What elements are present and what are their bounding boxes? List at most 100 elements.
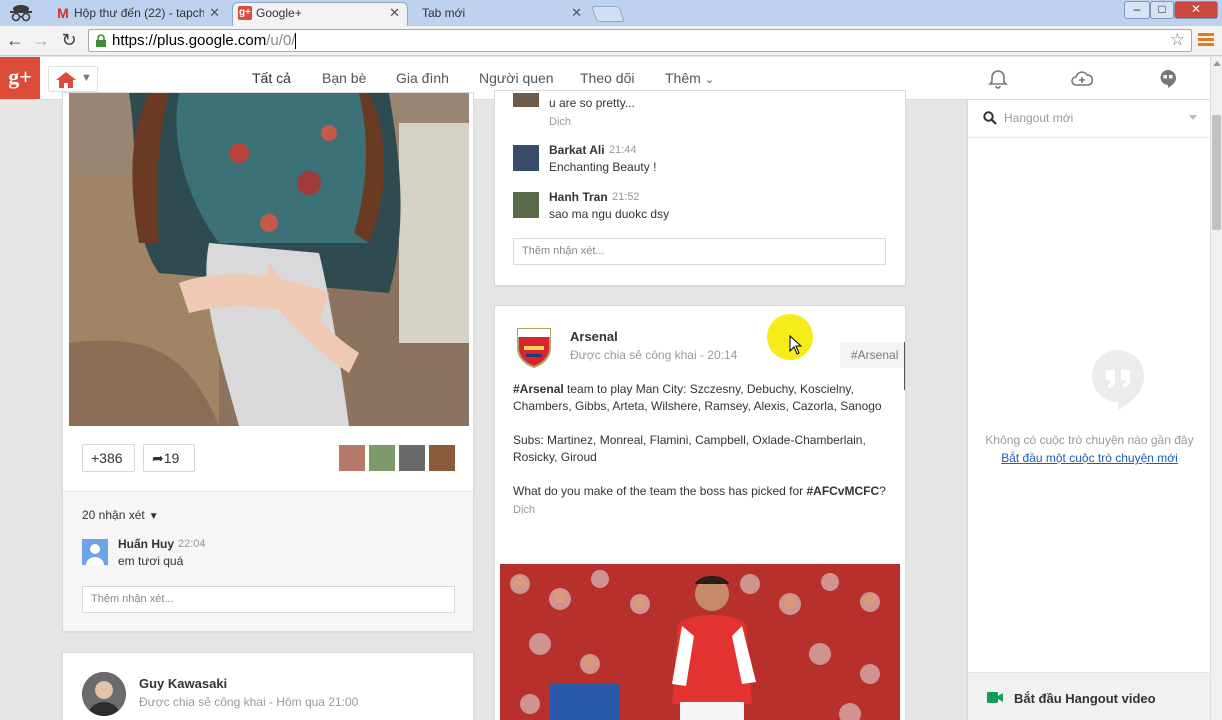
notification-bell-icon[interactable]	[987, 68, 1009, 90]
comment-author[interactable]: Huấn Huy	[118, 537, 174, 551]
post-text-line: Rosicky, Giroud	[513, 450, 597, 464]
avatar[interactable]	[513, 93, 539, 107]
avatar[interactable]	[82, 672, 126, 716]
start-conversation-link[interactable]: Bắt đầu một cuộc trò chuyện mới	[968, 451, 1211, 465]
plus-one-avatar[interactable]	[429, 445, 455, 471]
hangout-search-input[interactable]: Hangout mới	[968, 100, 1211, 138]
post-text-line: #Arsenal team to play Man City: Szczesny…	[513, 382, 854, 396]
gmail-icon: M	[57, 5, 69, 21]
tab-googleplus[interactable]: g+ Google+ ✕	[232, 2, 408, 26]
video-camera-icon	[987, 692, 1003, 703]
address-bar[interactable]: https://plus.google.com/u/0/ ☆	[88, 29, 1192, 52]
start-video-hangout-button[interactable]: Bắt đầu Hangout video	[968, 672, 1211, 720]
page-scrollbar[interactable]	[1210, 57, 1222, 720]
tab-title: Hộp thư đến (22) - tapchi	[74, 6, 204, 20]
comment-author[interactable]: Barkat Ali	[549, 143, 605, 157]
post-author[interactable]: Arsenal	[570, 329, 618, 344]
avatar[interactable]	[513, 145, 539, 171]
comment-time: 22:04	[178, 538, 206, 550]
post-photo[interactable]	[69, 93, 469, 426]
tab-gmail[interactable]: M Hộp thư đến (22) - tapchi ✕	[50, 2, 228, 26]
comment-time: 21:44	[609, 144, 637, 156]
gplus-icon: g+	[238, 6, 252, 20]
search-icon	[983, 111, 997, 125]
tab-acquaintances[interactable]: Người quen	[479, 70, 554, 86]
tab-more[interactable]: Thêm ⌄	[665, 70, 714, 86]
post-author[interactable]: Guy Kawasaki	[139, 676, 227, 691]
tab-new[interactable]: Tab mới ✕	[412, 2, 590, 26]
plus-one-avatar[interactable]	[399, 445, 425, 471]
forward-arrow-icon[interactable]: →	[30, 30, 52, 52]
reload-icon[interactable]: ↻	[58, 30, 80, 52]
url-text: https://plus.google.com/u/0/	[112, 32, 297, 50]
tab-following[interactable]: Theo dõi	[580, 70, 634, 86]
comments-card: u are so pretty... Dịch Barkat Ali 21:44…	[494, 90, 906, 286]
browser-tab-strip: M Hộp thư đến (22) - tapchi ✕ g+ Google+…	[0, 0, 1222, 26]
add-comment-input[interactable]: Thêm nhận xét...	[513, 238, 886, 265]
browser-menu-icon[interactable]	[1198, 33, 1214, 49]
post-scroll-indicator	[904, 342, 905, 390]
tab-title: Tab mới	[422, 6, 466, 20]
dropdown-caret-icon[interactable]	[1189, 115, 1197, 120]
tab-title: Google+	[256, 6, 302, 20]
share-post-icon[interactable]	[1071, 68, 1093, 90]
comment-text: u are so pretty...	[549, 96, 635, 110]
back-arrow-icon[interactable]: ←	[4, 30, 26, 52]
new-tab-button[interactable]	[591, 6, 625, 22]
plus-one-avatar[interactable]	[369, 445, 395, 471]
post-text-line: Subs: Martinez, Monreal, Flamini, Campbe…	[513, 433, 866, 447]
avatar[interactable]	[82, 539, 108, 565]
hashtag-link[interactable]: #AFCvMCFC	[807, 484, 880, 498]
guy-kawasaki-post-card: Guy Kawasaki Được chia sẻ công khai - Hô…	[62, 652, 474, 720]
hashtag-link[interactable]: #Arsenal	[513, 382, 564, 396]
lock-icon	[96, 34, 106, 47]
bookmark-star-icon[interactable]: ☆	[1170, 30, 1185, 50]
post-text-line: Chambers, Gibbs, Arteta, Wilshere, Ramse…	[513, 399, 882, 413]
add-comment-input[interactable]: Thêm nhận xét...	[82, 586, 455, 613]
post-meta: Được chia sẻ công khai - 20:14	[570, 348, 738, 362]
tab-close-icon[interactable]: ✕	[389, 5, 400, 21]
chevron-down-icon: ⌄	[704, 74, 714, 86]
comment-text: sao ma ngu duokc dsy	[549, 207, 670, 221]
plus-one-button[interactable]: +386	[82, 444, 135, 472]
arsenal-post-card: Arsenal Được chia sẻ công khai - 20:14 #…	[494, 305, 906, 720]
scrollbar-thumb[interactable]	[1212, 115, 1221, 230]
mouse-cursor-icon	[789, 335, 802, 355]
browser-toolbar: ← → ↻ https://plus.google.com/u/0/ ☆	[0, 26, 1222, 56]
post-photo[interactable]	[500, 564, 900, 720]
tab-all[interactable]: Tất cả	[252, 70, 291, 86]
close-window-button[interactable]: ✕	[1174, 1, 1218, 19]
maximize-button[interactable]: □	[1150, 1, 1174, 19]
comment-text: em tươi quá	[118, 554, 184, 568]
scroll-up-arrow-icon[interactable]	[1213, 61, 1221, 66]
reshare-button[interactable]: ➦19	[143, 444, 195, 472]
post-meta: Được chia sẻ công khai - Hôm qua 21:00	[139, 695, 359, 709]
comment-text: Enchanting Beauty !	[549, 160, 657, 174]
hangouts-empty-text: Không có cuộc trò chuyện nào gần đây	[985, 433, 1194, 447]
tab-close-icon[interactable]: ✕	[571, 5, 582, 21]
comment-author[interactable]: Hanh Tran	[549, 190, 608, 204]
translate-link[interactable]: Dịch	[513, 504, 535, 516]
comment-count-toggle[interactable]: 20 nhận xét ▼	[82, 508, 159, 522]
hangouts-icon[interactable]	[1157, 68, 1179, 90]
post-text-line: What do you make of the team the boss ha…	[513, 484, 886, 498]
incognito-icon	[10, 5, 32, 22]
comment-time: 21:52	[612, 191, 640, 203]
hashtag-chip[interactable]: #Arsenal	[840, 342, 905, 368]
chevron-down-icon: ▼	[81, 72, 92, 84]
photo-post-card: +386 ➦19 20 nhận xét ▼ Huấn Huy 22:04 em …	[62, 92, 474, 632]
home-icon	[56, 72, 76, 88]
chevron-down-icon: ▼	[148, 511, 159, 522]
gplus-logo[interactable]: g+	[0, 57, 40, 99]
translate-link[interactable]: Dịch	[549, 116, 571, 128]
avatar[interactable]	[513, 192, 539, 218]
minimize-button[interactable]: –	[1124, 1, 1150, 19]
hangouts-empty-icon	[1092, 350, 1144, 410]
home-menu-button[interactable]: ▼	[48, 66, 98, 92]
share-arrow-icon: ➦	[152, 450, 164, 466]
arsenal-crest-icon[interactable]	[516, 326, 552, 368]
plus-one-avatar[interactable]	[339, 445, 365, 471]
tab-friends[interactable]: Bạn bè	[322, 70, 366, 86]
tab-close-icon[interactable]: ✕	[209, 5, 220, 21]
tab-family[interactable]: Gia đình	[396, 70, 449, 86]
